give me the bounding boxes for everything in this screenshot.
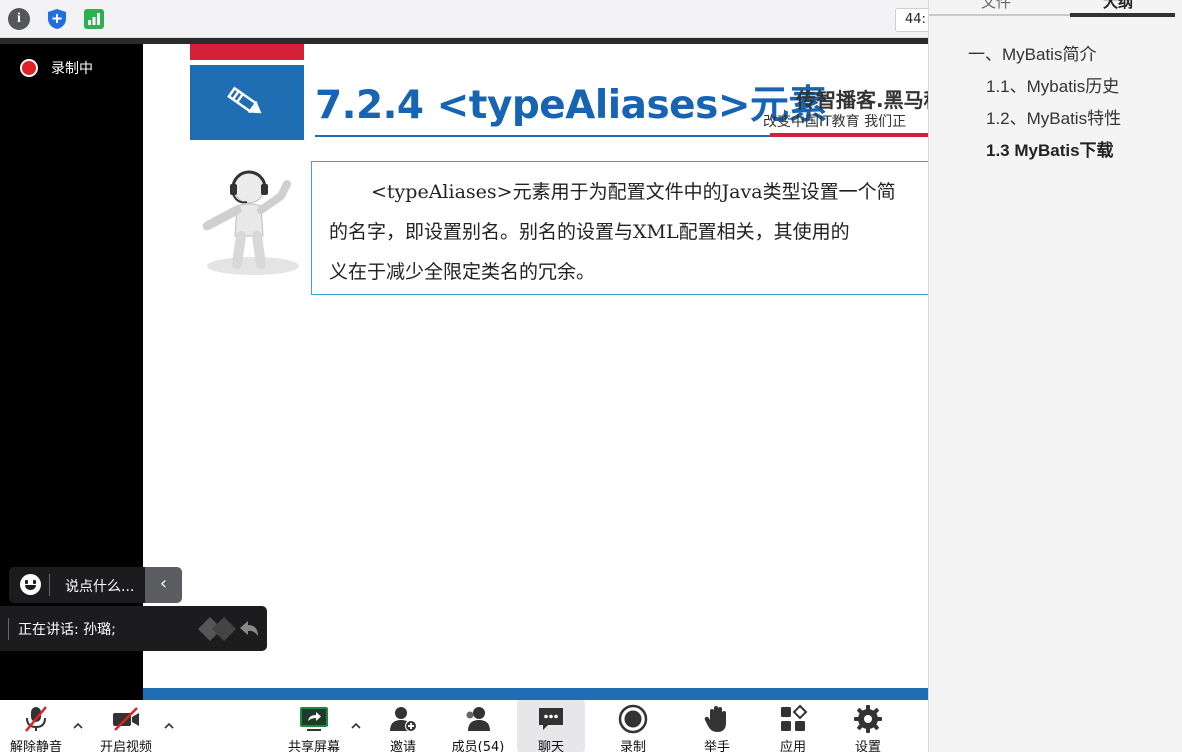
outline-item-active[interactable]: 1.3 MyBatis下载 — [986, 136, 1114, 161]
members-button[interactable]: 成员(54) — [446, 700, 510, 752]
chevron-up-icon[interactable] — [71, 719, 85, 733]
chat-input-placeholder[interactable]: 说点什么... — [65, 576, 134, 596]
slide-footer-bar — [143, 688, 928, 700]
meeting-window: i 44: 录制中 7.2.4 <typeAliases>元素 传智播客.黑马 … — [0, 0, 1182, 752]
chat-label: 聊天 — [537, 740, 564, 752]
start-video-label: 开启视频 — [99, 740, 152, 752]
settings-button[interactable]: 设置 — [838, 700, 898, 752]
slide-title-accent — [770, 133, 928, 137]
slide-title-underline — [315, 135, 770, 137]
chat-button[interactable]: 聊天 — [517, 700, 585, 752]
info-icon[interactable]: i — [8, 8, 30, 30]
chevron-up-icon[interactable] — [162, 719, 176, 733]
raise-hand-button[interactable]: 举手 — [687, 700, 747, 752]
slide-tagline: 改变中国IT教育 我们正 — [763, 114, 907, 130]
add-user-icon — [390, 707, 417, 732]
record-icon — [618, 704, 648, 734]
tab-files[interactable]: 文件 — [981, 0, 1011, 12]
apps-grid-icon — [781, 704, 808, 731]
tab-active-indicator — [1070, 13, 1175, 17]
document-side-panel: 文件 大纲 一、MyBatis简介 1.1、Mybatis历史 1.2、MyBa… — [928, 0, 1182, 752]
meeting-toolbar: 解除静音 开启视频 共享屏幕 邀请 成员(54) 聊天 录制 举手 应用 设置 — [0, 700, 928, 752]
speaker-divider — [8, 618, 9, 640]
slide-body-line: 义在于减少全限定类名的冗余。 — [329, 261, 596, 283]
outline-item[interactable]: 1.1、Mybatis历史 — [986, 72, 1119, 97]
signal-bars-icon[interactable] — [83, 8, 105, 30]
apps-label: 应用 — [779, 740, 806, 752]
slide-body-text: <typeAliases>元素用于为配置文件中的Java类型设置一个简 的名字，… — [329, 172, 928, 292]
chat-divider — [49, 574, 50, 596]
gear-icon — [854, 705, 882, 733]
settings-label: 设置 — [854, 740, 881, 752]
chat-bubble-icon — [539, 708, 563, 730]
chevron-up-icon[interactable] — [349, 719, 363, 733]
mic-muted-icon — [25, 706, 47, 732]
slide-red-block — [190, 44, 304, 60]
slide-blue-block — [190, 65, 304, 140]
members-icon — [466, 707, 490, 731]
unmute-label: 解除静音 — [9, 740, 62, 752]
outline-item[interactable]: 一、MyBatis简介 — [968, 40, 1096, 65]
meeting-topbar: i 44: — [0, 0, 935, 38]
record-button[interactable]: 录制 — [603, 700, 663, 752]
hand-icon — [704, 706, 726, 732]
speaker-avatar-icon — [198, 617, 258, 641]
unmute-button[interactable]: 解除静音 — [5, 700, 67, 752]
speaker-text: 正在讲话: 孙璐; — [18, 622, 116, 638]
invite-button[interactable]: 邀请 — [375, 700, 431, 752]
tab-outline[interactable]: 大纲 — [1103, 0, 1133, 12]
slide-title: 7.2.4 <typeAliases>元素 — [315, 83, 828, 128]
chat-input-bar[interactable]: 说点什么... — [9, 567, 145, 603]
start-video-button[interactable]: 开启视频 — [95, 700, 157, 752]
headset-figure-icon — [197, 160, 301, 275]
recording-indicator-icon — [20, 59, 38, 77]
apps-button[interactable]: 应用 — [763, 700, 823, 752]
video-off-icon — [113, 707, 139, 731]
members-label: 成员(54) — [451, 740, 505, 752]
recording-label: 录制中 — [51, 61, 93, 77]
slide-body-line: 的名字，即设置别名。别名的设置与XML配置相关，其使用的 — [329, 221, 850, 243]
pencil-icon — [227, 86, 262, 114]
share-screen-button[interactable]: 共享屏幕 — [283, 700, 345, 752]
outline-item[interactable]: 1.2、MyBatis特性 — [986, 104, 1121, 129]
record-label: 录制 — [619, 740, 646, 752]
speaker-indicator: 正在讲话: 孙璐; — [0, 606, 267, 651]
slide-brand: 传智播客.黑马程 — [796, 88, 928, 112]
shared-screen-slide: 7.2.4 <typeAliases>元素 传智播客.黑马程 改变中国IT教育 … — [143, 44, 928, 700]
share-screen-icon — [300, 707, 328, 731]
invite-label: 邀请 — [389, 740, 416, 752]
slide-body-line: <typeAliases>元素用于为配置文件中的Java类型设置一个简 — [371, 181, 896, 203]
share-screen-label: 共享屏幕 — [287, 740, 340, 752]
shield-icon[interactable] — [46, 8, 68, 30]
chevron-left-icon[interactable]: ‹ — [145, 567, 182, 603]
raise-hand-label: 举手 — [703, 740, 730, 752]
emoji-icon[interactable] — [20, 574, 41, 595]
